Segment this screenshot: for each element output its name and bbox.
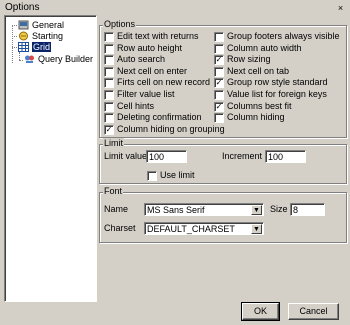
checkbox-box [104, 90, 114, 100]
options-legend: Options [103, 19, 137, 29]
chevron-down-icon[interactable]: ▼ [251, 224, 262, 234]
checkbox-box [214, 113, 224, 124]
checkbox-box [104, 55, 114, 66]
option-checkbox[interactable]: Row auto height [104, 43, 182, 54]
option-label: Next cell on tab [227, 65, 290, 76]
check-icon: ✓ [214, 55, 224, 66]
option-label: Next cell on enter [117, 65, 188, 76]
use-limit-checkbox[interactable]: Use limit [147, 170, 195, 181]
limit-group [99, 144, 347, 184]
tree-item-label: Starting [32, 31, 64, 41]
charset-label: Charset [104, 223, 136, 233]
tree-item-label: General [32, 20, 65, 30]
charset-value: DEFAULT_CHARSET [147, 224, 235, 234]
option-label: Row sizing [227, 54, 271, 65]
option-checkbox[interactable]: Column auto width [214, 43, 302, 54]
option-checkbox[interactable]: Filter value list [104, 89, 175, 100]
option-label: Firts cell on new record [117, 77, 211, 88]
charset-combo[interactable]: DEFAULT_CHARSET ▼ [144, 222, 264, 235]
option-checkbox[interactable]: Next cell on tab [214, 66, 289, 77]
checkbox-box [104, 66, 114, 77]
option-label: Deleting confirmation [117, 112, 202, 123]
option-label: Edit text with returns [117, 31, 199, 41]
option-checkbox[interactable]: Value list for foreign keys [214, 89, 327, 100]
option-label: Row auto height [117, 42, 183, 53]
option-label: Group row style standard [227, 77, 328, 88]
increment-label: Increment [222, 151, 263, 161]
option-checkbox[interactable]: Group footers always visible [214, 31, 340, 42]
checkbox-box [104, 32, 114, 42]
option-label: Group footers always visible [227, 31, 340, 41]
option-checkbox[interactable]: Firts cell on new record [104, 77, 211, 89]
option-checkbox[interactable]: ✓ Columns best fit [214, 101, 292, 112]
option-checkbox[interactable]: ✓ Row sizing [214, 54, 271, 66]
tree-item-general[interactable]: General [18, 20, 64, 31]
option-label: Columns best fit [227, 100, 292, 111]
close-icon[interactable]: × [335, 3, 346, 13]
tree-item-grid[interactable]: Grid [18, 42, 52, 53]
option-label: Filter value list [117, 89, 175, 99]
option-label: Auto search [117, 54, 166, 65]
font-name-combo[interactable]: MS Sans Serif ▼ [144, 203, 264, 216]
limit-value-input[interactable]: 100 [146, 150, 187, 163]
option-checkbox[interactable]: Edit text with returns [104, 31, 199, 42]
font-name-value: MS Sans Serif [147, 205, 205, 215]
checkbox-box [147, 171, 157, 181]
checkbox-box [214, 32, 224, 42]
increment-input[interactable]: 100 [265, 150, 306, 163]
checkbox-box [104, 101, 114, 112]
font-name-label: Name [104, 204, 129, 214]
title-bar[interactable]: Options × [0, 0, 350, 16]
grid-icon [18, 42, 29, 52]
checkbox-box [214, 66, 224, 77]
tree-item-starting[interactable]: Starting [18, 31, 63, 42]
limit-legend: Limit [103, 138, 125, 148]
option-checkbox[interactable]: ✓ Group row style standard [214, 77, 328, 89]
check-icon: ✓ [214, 101, 224, 112]
option-label: Column hiding [227, 112, 285, 123]
option-checkbox[interactable]: Column hiding [214, 112, 285, 124]
checkbox-box [214, 90, 224, 100]
checkbox-box [104, 78, 114, 89]
option-label: Column hiding on grouping [117, 123, 225, 134]
check-icon: ✓ [214, 78, 224, 89]
chevron-down-icon[interactable]: ▼ [251, 205, 262, 215]
check-icon: ✓ [104, 124, 114, 135]
starting-icon [18, 31, 29, 41]
options-tree[interactable]: General Starting Grid Query Builder [4, 15, 97, 302]
option-label: Value list for foreign keys [227, 89, 327, 99]
option-label: Column auto width [227, 42, 302, 53]
checkbox-box [214, 43, 224, 54]
tree-item-query-builder[interactable]: Query Builder [24, 54, 93, 65]
window-title: Options [5, 2, 40, 13]
limit-value-label: Limit value [104, 151, 148, 161]
tree-item-label: Query Builder [38, 54, 94, 64]
tree-item-label: Grid [32, 42, 52, 52]
use-limit-label: Use limit [160, 170, 195, 180]
option-checkbox[interactable]: Deleting confirmation [104, 112, 202, 124]
cancel-button[interactable]: Cancel [288, 303, 339, 320]
option-checkbox[interactable]: Next cell on enter [104, 66, 187, 77]
option-checkbox[interactable]: ✓ Column hiding on grouping [104, 124, 225, 135]
font-size-label: Size [270, 204, 288, 214]
checkbox-box [104, 43, 114, 54]
query-builder-icon [24, 54, 35, 64]
general-icon [18, 20, 29, 30]
ok-button[interactable]: OK [241, 302, 280, 321]
option-checkbox[interactable]: Cell hints [104, 101, 154, 112]
font-legend: Font [103, 186, 124, 196]
option-label: Cell hints [117, 100, 155, 111]
font-size-input[interactable]: 8 [290, 203, 325, 216]
checkbox-box [104, 113, 114, 124]
option-checkbox[interactable]: Auto search [104, 54, 166, 66]
